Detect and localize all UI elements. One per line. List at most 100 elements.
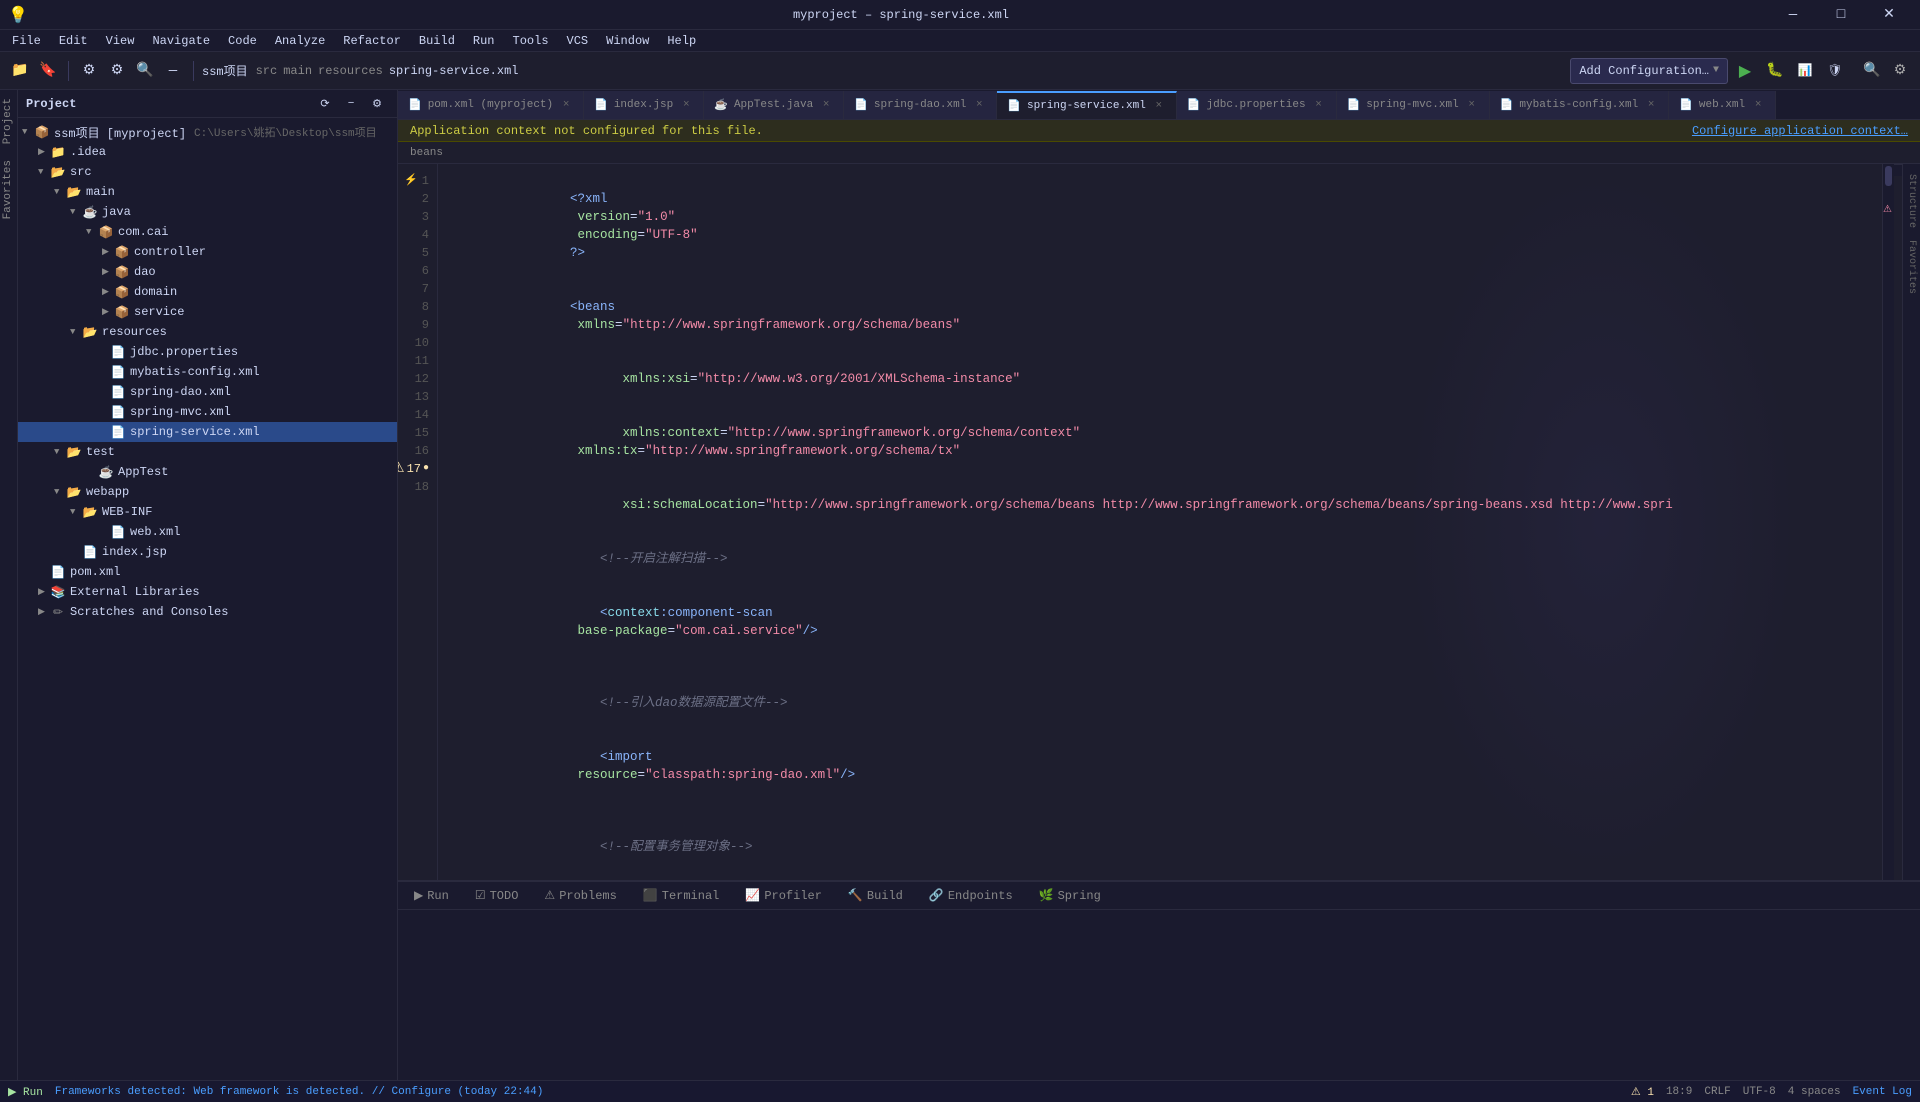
spring-service-tab-close[interactable]: × bbox=[1152, 99, 1166, 113]
menu-help[interactable]: Help bbox=[659, 32, 704, 50]
tab-apptest[interactable]: ☕ AppTest.java × bbox=[704, 91, 844, 119]
add-configuration-dropdown[interactable]: Add Configuration… ▼ bbox=[1570, 58, 1728, 84]
tree-src[interactable]: ▼ 📂 src bbox=[18, 162, 397, 182]
spring-mvc-tab-close[interactable]: × bbox=[1465, 98, 1479, 112]
tree-root-path: C:\Users\姚拓\Desktop\ssm项目 bbox=[194, 124, 377, 140]
web-xml-tab-close[interactable]: × bbox=[1751, 98, 1765, 112]
tree-spring-dao[interactable]: 📄 spring-dao.xml bbox=[18, 382, 397, 402]
menu-tools[interactable]: Tools bbox=[505, 32, 557, 50]
minimize-button[interactable]: — bbox=[1770, 0, 1816, 30]
menu-edit[interactable]: Edit bbox=[51, 32, 96, 50]
event-log-btn[interactable]: Event Log bbox=[1853, 1086, 1912, 1098]
tree-controller[interactable]: ▶ 📦 controller bbox=[18, 242, 397, 262]
title-bar-controls: — □ ✕ bbox=[1770, 0, 1912, 30]
horizontal-scrollbar[interactable] bbox=[1894, 164, 1902, 176]
breadcrumb-label: beans bbox=[410, 147, 443, 159]
run-button[interactable]: ▶ bbox=[1732, 58, 1758, 84]
tree-mybatis[interactable]: 📄 mybatis-config.xml bbox=[18, 362, 397, 382]
maximize-button[interactable]: □ bbox=[1818, 0, 1864, 30]
configure-link[interactable]: Configure application context… bbox=[1692, 124, 1908, 138]
sidebar-collapse-btn[interactable]: − bbox=[339, 92, 363, 116]
index-tab-close[interactable]: × bbox=[679, 98, 693, 112]
menu-view[interactable]: View bbox=[98, 32, 143, 50]
vertical-scrollbar[interactable]: ⚠ bbox=[1882, 164, 1894, 880]
menu-build[interactable]: Build bbox=[411, 32, 463, 50]
sidebar-settings-btn[interactable]: ⚙ bbox=[365, 92, 389, 116]
problems-tab[interactable]: ⚠ Problems bbox=[532, 884, 628, 907]
jdbc-tab-close[interactable]: × bbox=[1312, 98, 1326, 112]
menu-navigate[interactable]: Navigate bbox=[144, 32, 218, 50]
tree-web-inf[interactable]: ▼ 📂 WEB-INF bbox=[18, 502, 397, 522]
spring-dao-tab-close[interactable]: × bbox=[972, 98, 986, 112]
tree-test-label: test bbox=[86, 445, 115, 459]
tree-service[interactable]: ▶ 📦 service bbox=[18, 302, 397, 322]
terminal-tab[interactable]: ⬛ Terminal bbox=[631, 884, 732, 907]
close-button[interactable]: ✕ bbox=[1866, 0, 1912, 30]
code-area[interactable]: <?xml version="1.0" encoding="UTF-8" ?> … bbox=[438, 164, 1882, 880]
tree-java[interactable]: ▼ ☕ java bbox=[18, 202, 397, 222]
search-everywhere-icon[interactable]: 🔍 bbox=[1860, 59, 1884, 83]
apptest-tab-close[interactable]: × bbox=[819, 98, 833, 112]
tree-index-jsp[interactable]: 📄 index.jsp bbox=[18, 542, 397, 562]
tree-jdbc-props[interactable]: 📄 jdbc.properties bbox=[18, 342, 397, 362]
tree-webapp[interactable]: ▼ 📂 webapp bbox=[18, 482, 397, 502]
profiler-tab[interactable]: 📈 Profiler bbox=[733, 884, 834, 907]
tab-jdbc-props[interactable]: 📄 jdbc.properties × bbox=[1177, 91, 1337, 119]
charset-indicator: UTF-8 bbox=[1743, 1086, 1776, 1098]
build-tab[interactable]: 🔨 Build bbox=[836, 884, 915, 907]
tree-main[interactable]: ▼ 📂 main bbox=[18, 182, 397, 202]
favorites-tab[interactable]: Favorites bbox=[0, 152, 17, 227]
tab-index-jsp[interactable]: 📄 index.jsp × bbox=[584, 91, 704, 119]
tab-spring-service[interactable]: 📄 spring-service.xml × bbox=[997, 91, 1177, 119]
menu-refactor[interactable]: Refactor bbox=[335, 32, 409, 50]
run-tab[interactable]: ▶ Run bbox=[402, 884, 461, 907]
coverage-button[interactable]: 🛡 bbox=[1822, 58, 1848, 84]
endpoints-tab[interactable]: 🔗 Endpoints bbox=[917, 884, 1025, 907]
expand-arrow: ▼ bbox=[70, 507, 82, 517]
tree-web-xml[interactable]: 📄 web.xml bbox=[18, 522, 397, 542]
tree-apptest[interactable]: ☕ AppTest bbox=[18, 462, 397, 482]
tree-scratches[interactable]: ▶ ✏ Scratches and Consoles bbox=[18, 602, 397, 622]
toolbar-search-structural[interactable]: 🔍 bbox=[133, 59, 157, 83]
debug-button[interactable]: 🐛 bbox=[1762, 58, 1788, 84]
toolbar-minus[interactable]: — bbox=[161, 59, 185, 83]
tree-spring-service[interactable]: 📄 spring-service.xml bbox=[18, 422, 397, 442]
structure-tab[interactable]: Structure bbox=[1904, 168, 1919, 234]
endpoints-tab-label: Endpoints bbox=[948, 889, 1013, 903]
tree-root[interactable]: ▼ 📦 ssm项目 [myproject] C:\Users\姚拓\Deskto… bbox=[18, 122, 397, 142]
sidebar-sync-btn[interactable]: ⟳ bbox=[313, 92, 337, 116]
tab-web-xml[interactable]: 📄 web.xml × bbox=[1669, 91, 1776, 119]
tree-resources[interactable]: ▼ 📂 resources bbox=[18, 322, 397, 342]
tree-com-cai[interactable]: ▼ 📦 com.cai bbox=[18, 222, 397, 242]
tree-dao[interactable]: ▶ 📦 dao bbox=[18, 262, 397, 282]
project-icon[interactable]: 📁 bbox=[8, 59, 32, 83]
profile-button[interactable]: 📊 bbox=[1792, 58, 1818, 84]
project-panel-tab[interactable]: Project bbox=[0, 90, 17, 152]
settings-icon[interactable]: ⚙ bbox=[1888, 59, 1912, 83]
tab-mybatis[interactable]: 📄 mybatis-config.xml × bbox=[1490, 91, 1670, 119]
toolbar-settings[interactable]: ⚙ bbox=[105, 59, 129, 83]
spring-tab[interactable]: 🌿 Spring bbox=[1027, 884, 1113, 907]
pom-tab-close[interactable]: × bbox=[559, 98, 573, 112]
toolbar-build[interactable]: ⚙ bbox=[77, 59, 101, 83]
favorites-right-tab[interactable]: Favorites bbox=[1904, 234, 1919, 300]
tree-spring-mvc[interactable]: 📄 spring-mvc.xml bbox=[18, 402, 397, 422]
tree-domain[interactable]: ▶ 📦 domain bbox=[18, 282, 397, 302]
menu-file[interactable]: File bbox=[4, 32, 49, 50]
tree-test[interactable]: ▼ 📂 test bbox=[18, 442, 397, 462]
mybatis-tab-close[interactable]: × bbox=[1644, 98, 1658, 112]
menu-analyze[interactable]: Analyze bbox=[267, 32, 333, 50]
tree-ext-libs[interactable]: ▶ 📚 External Libraries bbox=[18, 582, 397, 602]
editor-content[interactable]: ⚡ 1 2 3 4 5 6 7 8 9 10 11 bbox=[398, 164, 1894, 880]
tab-spring-mvc[interactable]: 📄 spring-mvc.xml × bbox=[1337, 91, 1490, 119]
tree-pom[interactable]: 📄 pom.xml bbox=[18, 562, 397, 582]
toolbar-bookmark[interactable]: 🔖 bbox=[36, 59, 60, 83]
menu-run[interactable]: Run bbox=[465, 32, 503, 50]
tab-spring-dao[interactable]: 📄 spring-dao.xml × bbox=[844, 91, 997, 119]
menu-code[interactable]: Code bbox=[220, 32, 265, 50]
menu-vcs[interactable]: VCS bbox=[559, 32, 597, 50]
tab-pom[interactable]: 📄 pom.xml (myproject) × bbox=[398, 91, 584, 119]
menu-window[interactable]: Window bbox=[598, 32, 657, 50]
tree-idea[interactable]: ▶ 📁 .idea bbox=[18, 142, 397, 162]
todo-tab[interactable]: ☑ TODO bbox=[463, 884, 531, 907]
